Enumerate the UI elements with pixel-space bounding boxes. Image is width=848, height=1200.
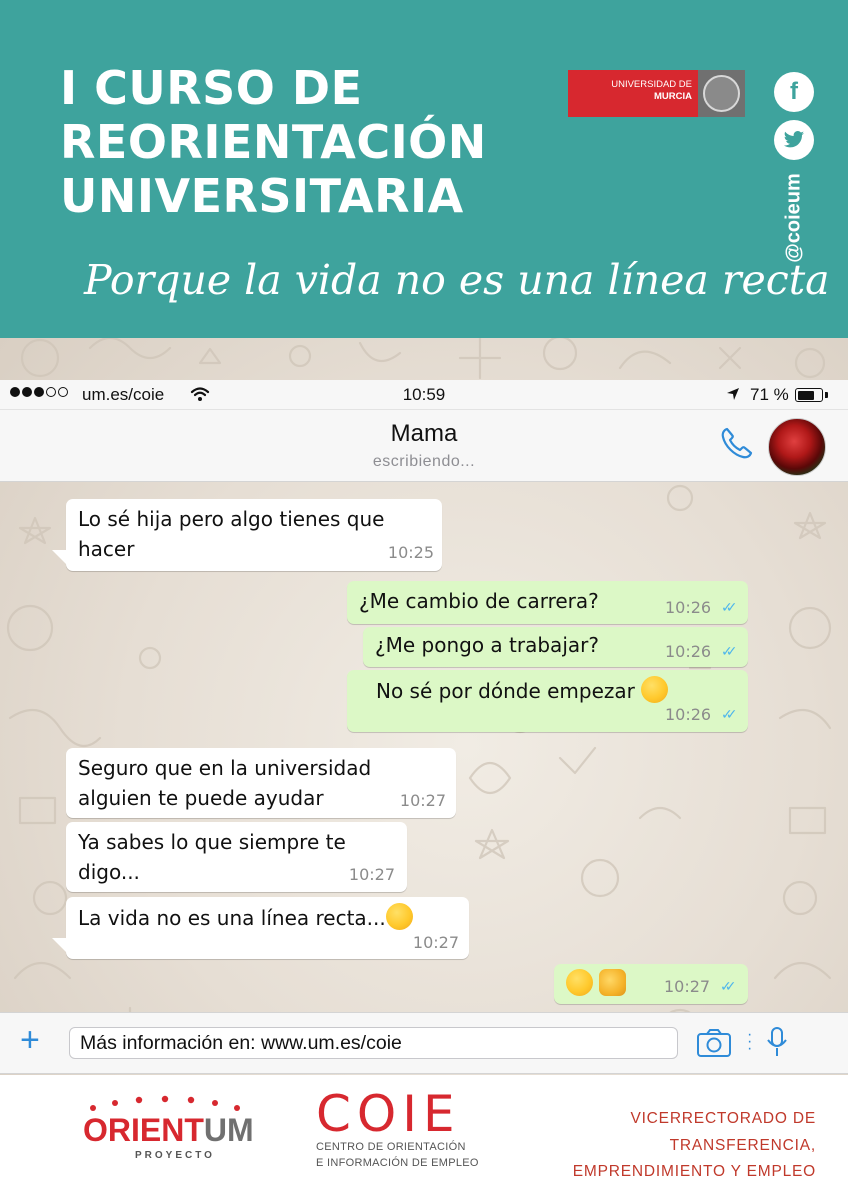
message-text: ¿Me pongo a trabajar? — [375, 633, 599, 657]
message-text-line: Seguro que en la universidad — [78, 756, 372, 780]
message-time: 10:26 — [665, 705, 712, 725]
coie-subtitle-line1: CENTRO DE ORIENTACIÓN — [316, 1141, 466, 1153]
vicerrectorado-label: VICERRECTORADO DE TRANSFERENCIA, EMPREND… — [512, 1106, 816, 1186]
read-receipt-icon: ✓✓ — [721, 600, 738, 617]
message-time: 10:25 — [387, 543, 434, 563]
poster-title: I CURSO DE REORIENTACIÓN UNIVERSITARIA — [60, 61, 487, 223]
read-receipt-icon: ✓✓ — [721, 707, 738, 724]
message-text-line: Ya sabes lo que siempre te — [78, 830, 346, 854]
title-line-2: REORIENTACIÓN — [60, 114, 487, 169]
message-time: 10:27 — [348, 865, 395, 885]
message-bubble-incoming[interactable]: Seguro que en la universidad alguien te … — [66, 748, 456, 818]
read-receipt-icon: ✓✓ — [721, 644, 738, 661]
weary-face-emoji — [641, 676, 669, 703]
message-bubble-incoming[interactable]: Ya sabes lo que siempre te digo... 10:27 — [66, 822, 407, 892]
ios-status-bar: um.es/coie 10:59 71 % — [0, 380, 848, 410]
message-text-line: hacer — [78, 536, 135, 561]
thumbs-up-emoji — [599, 969, 627, 996]
phone-icon[interactable] — [718, 424, 758, 464]
orientum-logo-end: UM — [203, 1112, 254, 1148]
message-time: 10:27 — [412, 933, 459, 953]
winking-tongue-emoji — [385, 903, 413, 930]
message-bubble-incoming[interactable]: Lo sé hija pero algo tienes que hacer 10… — [66, 499, 442, 571]
message-input[interactable]: Más información en: www.um.es/coie — [69, 1027, 678, 1059]
orientum-subtitle: PROYECTO — [135, 1150, 215, 1161]
status-time: 10:59 — [402, 385, 446, 404]
message-text-line: digo... — [78, 859, 140, 884]
um-logo-line1: UNIVERSIDAD DE — [611, 79, 692, 90]
message-text-line: Lo sé hija pero algo tienes que — [78, 507, 385, 531]
um-logo-line2: MURCIA — [654, 91, 692, 103]
message-text-line: alguien te puede ayudar — [78, 785, 324, 810]
orientum-logo: ORIENTUM — [83, 1112, 254, 1149]
bubble-tail — [52, 550, 66, 564]
message-bubble-outgoing[interactable]: ¿Me cambio de carrera? 10:26 ✓✓ — [347, 581, 748, 624]
vicerrectorado-line1: VICERRECTORADO DE TRANSFERENCIA, — [630, 1110, 816, 1154]
vicerrectorado-line2: EMPRENDIMIENTO Y EMPLEO — [572, 1163, 816, 1181]
twitter-icon[interactable] — [774, 120, 814, 160]
read-receipt-icon: ✓✓ — [720, 979, 737, 996]
orientum-dots-icon — [90, 1095, 240, 1111]
coie-logo: COIE — [316, 1085, 461, 1143]
sunglasses-emoji — [566, 969, 593, 996]
message-bubble-incoming[interactable]: La vida no es una línea recta... 10:27 — [66, 897, 469, 959]
title-line-3: UNIVERSITARIA — [60, 168, 464, 223]
university-seal-icon — [698, 70, 745, 117]
more-options-icon[interactable]: · · · — [747, 1027, 752, 1057]
microphone-icon[interactable] — [766, 1026, 788, 1058]
message-time: 10:26 — [665, 642, 712, 662]
message-bubble-outgoing[interactable]: 10:27 ✓✓ — [554, 964, 748, 1004]
universidad-murcia-logo: UNIVERSIDAD DE MURCIA — [568, 70, 745, 117]
message-time: 10:27 — [399, 791, 446, 811]
battery-level — [797, 390, 814, 400]
social-handle: @coieum — [782, 173, 805, 263]
facebook-icon[interactable]: f — [774, 72, 814, 112]
contact-avatar[interactable] — [768, 418, 826, 476]
camera-icon[interactable] — [696, 1028, 732, 1058]
battery-percentage: 71 % — [750, 385, 789, 404]
bubble-tail — [52, 938, 66, 952]
message-time: 10:26 — [665, 598, 712, 618]
message-time: 10:27 — [664, 977, 711, 997]
battery-icon — [795, 388, 823, 402]
poster-tagline: Porque la vida no es una línea recta — [84, 256, 830, 304]
message-bubble-outgoing[interactable]: ¿Me pongo a trabajar? 10:26 ✓✓ — [363, 627, 748, 667]
coie-subtitle-line2: E INFORMACIÓN DE EMPLEO — [316, 1156, 479, 1169]
message-text: La vida no es una línea recta... — [78, 906, 386, 930]
location-arrow-icon — [727, 388, 739, 400]
message-text: ¿Me cambio de carrera? — [359, 589, 599, 613]
message-text: No sé por dónde empezar — [376, 679, 635, 703]
coie-subtitle: CENTRO DE ORIENTACIÓN E INFORMACIÓN DE E… — [316, 1140, 479, 1172]
title-line-1: I CURSO DE — [60, 61, 363, 115]
message-bubble-outgoing[interactable]: No sé por dónde empezar 10:26 ✓✓ — [347, 670, 748, 732]
chat-header: Mama escribiendo... — [0, 410, 848, 482]
plus-icon[interactable]: + — [20, 1023, 40, 1057]
orientum-logo-main: ORIENT — [83, 1112, 204, 1148]
poster-header: I CURSO DE REORIENTACIÓN UNIVERSITARIA P… — [0, 0, 848, 338]
message-input-bar: + Más información en: www.um.es/coie · · · — [0, 1012, 848, 1074]
